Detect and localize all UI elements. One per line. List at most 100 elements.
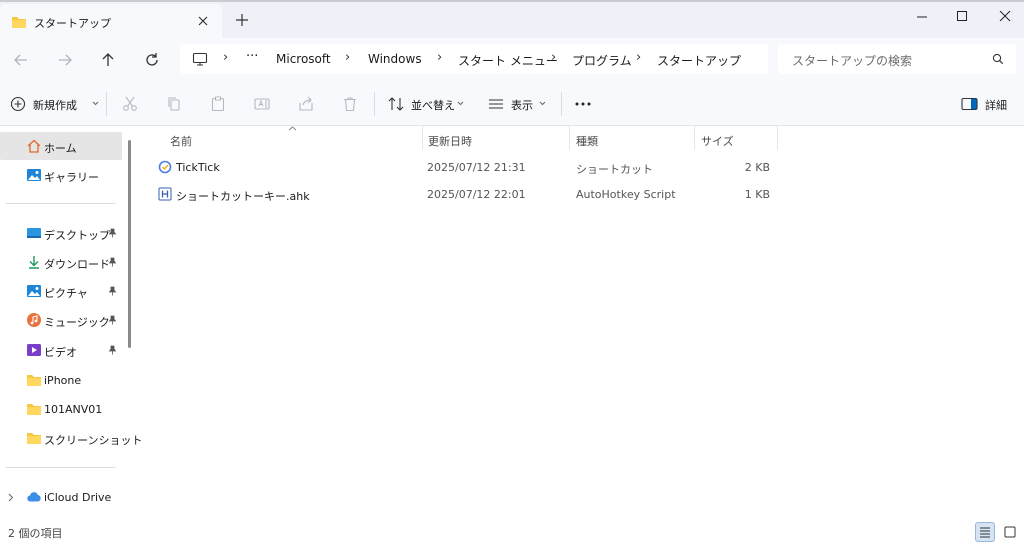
new-label: 新規作成 [33, 99, 77, 112]
details-view-button[interactable] [975, 522, 995, 542]
chevron-right-icon: › [223, 50, 229, 65]
file-type: ショートカット [576, 163, 653, 176]
pin-icon[interactable] [108, 257, 117, 267]
details-pane-icon [961, 97, 978, 111]
sidebar-item-label: iCloud Drive [44, 491, 112, 504]
column-date[interactable]: 更新日時 [428, 133, 472, 149]
breadcrumb-item[interactable]: Microsoft [276, 52, 331, 66]
pin-icon[interactable] [108, 345, 117, 355]
folder-icon [27, 375, 41, 386]
sidebar-item-pictures[interactable]: ピクチャ [0, 277, 122, 305]
pin-icon[interactable] [108, 315, 117, 325]
up-icon[interactable] [99, 51, 117, 69]
breadcrumb-item[interactable]: スタートアップ [657, 52, 741, 69]
forward-icon[interactable] [56, 51, 74, 69]
sidebar-item-label: iPhone [44, 374, 82, 387]
file-row[interactable]: ショートカットーキー.ahk 2025/07/12 22:01 AutoHotk… [156, 183, 776, 207]
folder-icon [27, 433, 41, 444]
item-count: 2 個の項目 [8, 527, 63, 540]
sidebar-item-label: デスクトップ [44, 229, 110, 242]
icloud-icon [27, 492, 41, 502]
back-icon[interactable] [12, 51, 30, 69]
file-name: TickTick [176, 161, 220, 174]
chevron-down-icon [457, 101, 464, 106]
column-divider[interactable] [569, 126, 570, 150]
sidebar-item-label: 101ANV01 [44, 403, 103, 416]
sidebar-item-icloud-drive[interactable]: iCloud Drive [0, 483, 122, 511]
minimize-icon[interactable] [914, 8, 930, 24]
paste-icon[interactable] [209, 94, 227, 114]
folder-icon [27, 404, 41, 415]
ahk-file-icon [158, 187, 172, 201]
more-options-icon[interactable] [574, 94, 592, 114]
sidebar-scrollbar[interactable] [128, 140, 131, 348]
new-button[interactable]: 新規作成 [10, 94, 99, 114]
home-icon [27, 139, 41, 153]
add-circle-icon [10, 96, 26, 112]
details-pane-button[interactable]: 詳細 [961, 94, 1017, 114]
sidebar-item-gallery[interactable]: ギャラリー [0, 161, 122, 189]
tiles-view-icon [1004, 526, 1016, 538]
sort-ascending-icon [288, 126, 297, 131]
breadcrumb-item[interactable]: スタート メニュー [458, 52, 558, 69]
column-divider[interactable] [777, 126, 778, 150]
video-icon [27, 344, 41, 356]
column-size[interactable]: サイズ [701, 133, 734, 149]
new-tab-icon[interactable] [235, 13, 249, 27]
breadcrumb-item[interactable]: プログラム [572, 52, 632, 69]
sidebar-item-label: ミュージック [44, 316, 110, 329]
breadcrumb-item[interactable]: Windows [368, 52, 422, 66]
address-bar[interactable]: › ··· Microsoft › Windows › スタート メニュー › … [180, 44, 768, 74]
sidebar-item-home[interactable]: ホーム [0, 132, 122, 160]
column-name[interactable]: 名前 [170, 133, 192, 149]
title-bar: スタートアップ [0, 0, 1024, 38]
divider [6, 467, 116, 468]
rename-icon[interactable] [253, 94, 271, 114]
pictures-icon [27, 285, 41, 297]
column-type[interactable]: 種類 [576, 133, 598, 149]
file-type: AutoHotkey Script [576, 188, 676, 201]
maximize-icon[interactable] [954, 8, 970, 24]
music-icon [27, 313, 41, 327]
sidebar-item-music[interactable]: ミュージック [0, 306, 122, 334]
chevron-down-icon [92, 101, 99, 106]
sidebar-item-downloads[interactable]: ダウンロード [0, 248, 122, 276]
sidebar-item-videos[interactable]: ビデオ [0, 336, 122, 364]
search-input[interactable]: スタートアップの検索 [792, 52, 912, 69]
search-icon[interactable] [992, 53, 1004, 65]
file-size: 2 KB [744, 161, 770, 174]
pin-icon[interactable] [108, 228, 117, 238]
sidebar-item-screenshots[interactable]: スクリーンショット [0, 424, 142, 452]
close-tab-icon[interactable] [196, 14, 210, 28]
close-window-icon[interactable] [997, 8, 1013, 24]
sidebar-item-101anv01[interactable]: 101ANV01 [0, 395, 122, 423]
sort-button[interactable]: 並べ替え [388, 94, 466, 114]
sidebar-item-label: スクリーンショット [44, 434, 143, 447]
sidebar-item-label: ホーム [44, 142, 77, 155]
search-box[interactable]: スタートアップの検索 [778, 44, 1016, 74]
column-divider[interactable] [694, 126, 695, 150]
cut-icon[interactable] [121, 94, 139, 114]
chevron-down-icon [539, 101, 546, 106]
tab-startup[interactable]: スタートアップ [0, 4, 222, 38]
view-button[interactable]: 表示 [488, 94, 548, 114]
file-name: ショートカットーキー.ahk [176, 190, 310, 203]
tiles-view-button[interactable] [1000, 522, 1020, 542]
more-icon[interactable]: ··· [246, 49, 258, 64]
this-pc-icon[interactable] [192, 51, 208, 67]
sidebar-item-desktop[interactable]: デスクトップ [0, 219, 122, 247]
gallery-icon [27, 169, 41, 181]
command-bar: 新規作成 並べ替え 表示 詳細 [0, 82, 1024, 126]
navigation-bar: › ··· Microsoft › Windows › スタート メニュー › … [0, 38, 1024, 82]
chevron-right-icon[interactable] [8, 493, 14, 502]
delete-icon[interactable] [341, 94, 359, 114]
refresh-icon[interactable] [143, 51, 161, 69]
divider [561, 92, 562, 116]
sidebar-item-iphone[interactable]: iPhone [0, 366, 122, 394]
file-row[interactable]: TickTick 2025/07/12 21:31 ショートカット 2 KB [156, 156, 776, 180]
copy-icon[interactable] [165, 94, 183, 114]
column-divider[interactable] [422, 126, 423, 150]
share-icon[interactable] [297, 94, 315, 114]
view-label: 表示 [511, 99, 533, 112]
pin-icon[interactable] [108, 286, 117, 296]
